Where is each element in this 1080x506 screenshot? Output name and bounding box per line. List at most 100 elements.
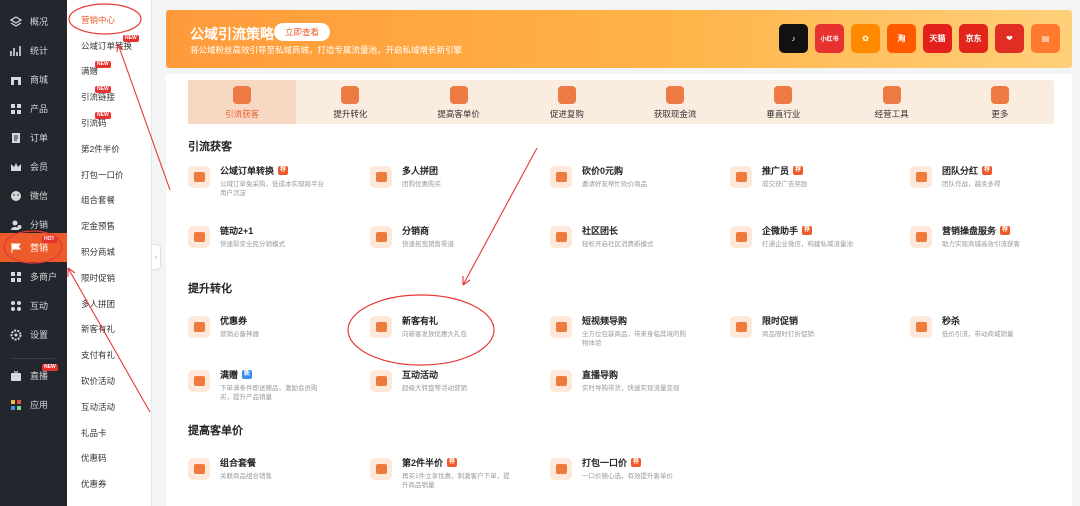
subnav-item-8[interactable]: 定金预售 <box>67 213 152 239</box>
feature-icon <box>188 166 210 188</box>
feature-card[interactable]: 秒杀 低价引流，带动商城销量 <box>910 314 1080 354</box>
collapse-sidebar-button[interactable]: ‹ <box>152 244 161 270</box>
feature-card[interactable]: 限时促销商品限时打折促销 <box>730 314 900 354</box>
sidebar-item-8[interactable]: 营销 HOT <box>0 233 67 262</box>
feature-icon <box>370 226 392 248</box>
subnav-item-1[interactable]: 公域订单转换 NEW <box>67 33 152 59</box>
tab-1[interactable]: 提升转化 <box>296 80 404 124</box>
sidebar-item-10[interactable]: 互动 <box>0 291 67 320</box>
subnav-item-label: 优惠码 <box>81 453 107 464</box>
apps-icon <box>10 300 22 312</box>
subnav-item-label: 互动活动 <box>81 401 116 412</box>
sidebar-item-1[interactable]: 统计 <box>0 36 67 65</box>
subnav-item-14[interactable]: 砍价活动 <box>67 368 152 394</box>
tab-4[interactable]: 获取现金流 <box>621 80 729 124</box>
mall-icon[interactable]: ▤ <box>1031 24 1060 53</box>
view-now-button[interactable]: 立即查看 <box>274 23 330 41</box>
feature-text: 链动2+1 快速裂变全民分销模式 <box>220 224 330 264</box>
feature-card[interactable]: 满赠新下单满条件即送赠品，激励会员购买，提升产品销量 <box>188 368 358 408</box>
section-title: 提高客单价 <box>188 425 243 437</box>
subnav-item-0[interactable]: 营销中心 <box>67 7 152 33</box>
feature-card[interactable]: 互动活动 超级大转盘等活动营销 <box>370 368 540 408</box>
subnav-item-16[interactable]: 礼品卡 <box>67 420 152 446</box>
feature-card[interactable]: 直播导购实时导购带货，快速实现流量变现 <box>550 368 720 408</box>
sidebar-item-0[interactable]: 概况 <box>0 7 67 36</box>
platform-icons: ♪ 小红书 ✿ 淘天猫 京东 ❤ ▤ <box>779 24 1060 53</box>
feature-card[interactable]: 链动2+1 快速裂变全民分销模式 <box>188 224 358 264</box>
feature-card[interactable]: 推广员荐成交获广告奖励 <box>730 164 900 204</box>
douyin-icon[interactable]: ♪ <box>779 24 808 53</box>
feature-card[interactable]: 团队分红荐团队作战，越卖多得 <box>910 164 1080 204</box>
sidebar-item-4[interactable]: 订单 <box>0 123 67 152</box>
subnav-new-badge: NEW <box>95 112 111 120</box>
taobao-icon[interactable]: 淘 <box>887 24 916 53</box>
feature-card[interactable]: 砍价0元购 邀请好友帮忙砍价商品 <box>550 164 720 204</box>
feature-name-label: 直播导购 <box>582 370 619 380</box>
subnav-item-4[interactable]: 引流码 NEW <box>67 110 152 136</box>
tab-2[interactable]: 提高客单价 <box>405 80 513 124</box>
feature-icon <box>370 166 392 188</box>
pinduoduo-icon[interactable]: ❤ <box>995 24 1024 53</box>
feature-icon <box>370 458 392 480</box>
subnav-item-15[interactable]: 互动活动 <box>67 394 152 420</box>
subnav-item-9[interactable]: 积分商城 <box>67 239 152 265</box>
feature-desc: 实时导购带货，快速实现流量变现 <box>582 385 680 392</box>
tab-7[interactable]: 更多 <box>946 80 1054 124</box>
feature-card[interactable]: 社区团长 轻松开启社区消费新模式 <box>550 224 720 264</box>
tab-6[interactable]: 经营工具 <box>838 80 946 124</box>
subnav-item-label: 限时促销 <box>81 272 116 283</box>
feature-card[interactable]: 企微助手荐打通企业微信，构建私域流量池 <box>730 224 900 264</box>
subnav-item-6[interactable]: 打包一口价 <box>67 162 152 188</box>
feature-name: 组合套餐 <box>220 456 330 469</box>
kuaishou-icon[interactable]: ✿ <box>851 24 880 53</box>
subnav-item-12[interactable]: 新客有礼 <box>67 317 152 343</box>
jd-icon[interactable]: 京东 <box>959 24 988 53</box>
subnav-item-5[interactable]: 第2件半价 <box>67 136 152 162</box>
feature-card[interactable]: 短视频导购 全方位包装商品，带来身临其境的购物体验 <box>550 314 720 354</box>
tab-5[interactable]: 垂直行业 <box>729 80 837 124</box>
feature-card[interactable]: 多人拼团 团购优惠购买 <box>370 164 540 204</box>
feature-text: 公域订单转换荐公域订单免采购，低成本实现跨平台用户沉淀 <box>220 164 330 204</box>
sidebar-item-3[interactable]: 产品 <box>0 94 67 123</box>
subnav-item-17[interactable]: 优惠码 <box>67 446 152 472</box>
sidebar-item-2[interactable]: 商城 <box>0 65 67 94</box>
feature-card[interactable]: 营销操盘服务荐助力实现商城高效引流获客 <box>910 224 1080 264</box>
sidebar-item-9[interactable]: 多商户 <box>0 262 67 291</box>
feature-card[interactable]: 分销商 快速拓宽销售渠道 <box>370 224 540 264</box>
feature-name: 砍价0元购 <box>582 164 692 177</box>
feature-desc: 全方位包装商品，带来身临其境的购物体验 <box>582 331 686 347</box>
subnav-item-3[interactable]: 引流链接 NEW <box>67 84 152 110</box>
subnav-item-2[interactable]: 满赠 NEW <box>67 59 152 85</box>
sidebar-item-11[interactable]: 设置 <box>0 320 67 349</box>
feature-icon <box>730 316 752 338</box>
subnav-item-13[interactable]: 支付有礼 <box>67 342 152 368</box>
sidebar-item-5[interactable]: 会员 <box>0 152 67 181</box>
feature-card[interactable]: 第2件半价荐再买1件立享优惠，刺激客户下单，提升商品销量 <box>370 456 540 496</box>
subnav-item-18[interactable]: 优惠券 <box>67 471 152 497</box>
xiaohongshu-icon[interactable]: 小红书 <box>815 24 844 53</box>
feature-card[interactable]: 公域订单转换荐公域订单免采购，低成本实现跨平台用户沉淀 <box>188 164 358 204</box>
subnav-item-label: 营销中心 <box>81 14 116 25</box>
tab-0[interactable]: 引流获客 <box>188 80 297 124</box>
tab-3[interactable]: 促进复购 <box>513 80 621 124</box>
feature-desc: 商品限时打折促销 <box>762 331 814 338</box>
subnav-item-7[interactable]: 组合套餐 <box>67 188 152 214</box>
feature-card[interactable]: 组合套餐关联商品组合销售 <box>188 456 358 496</box>
tmall-icon[interactable]: 天猫 <box>923 24 952 53</box>
feature-name-label: 公域订单转换 <box>220 166 275 176</box>
sidebar-item-12[interactable]: 直播 NEW <box>0 361 67 390</box>
subnav-item-11[interactable]: 多人拼团 <box>67 291 152 317</box>
feature-card[interactable]: 新客有礼 向新客发放优惠大礼包 <box>370 314 540 354</box>
chart-icon <box>10 45 22 57</box>
feature-name-label: 限时促销 <box>762 316 799 326</box>
feature-card[interactable]: 优惠券 营销必备神器 <box>188 314 358 354</box>
recommend-tag: 荐 <box>802 226 813 235</box>
sidebar-item-6[interactable]: 微信 <box>0 181 67 210</box>
subnav-item-10[interactable]: 限时促销 <box>67 265 152 291</box>
feature-card[interactable]: 打包一口价荐一口价随心选，有效提升客单价 <box>550 456 720 496</box>
feature-desc: 关联商品组合销售 <box>220 473 272 480</box>
recommend-tag: 荐 <box>793 166 804 175</box>
category-tabs: 引流获客 提升转化 提高客单价 促进复购 获取现金流 垂直行业 经营工具 更多 <box>188 80 1054 124</box>
section-title: 提升转化 <box>188 283 232 295</box>
sidebar-item-13[interactable]: 应用 <box>0 390 67 419</box>
